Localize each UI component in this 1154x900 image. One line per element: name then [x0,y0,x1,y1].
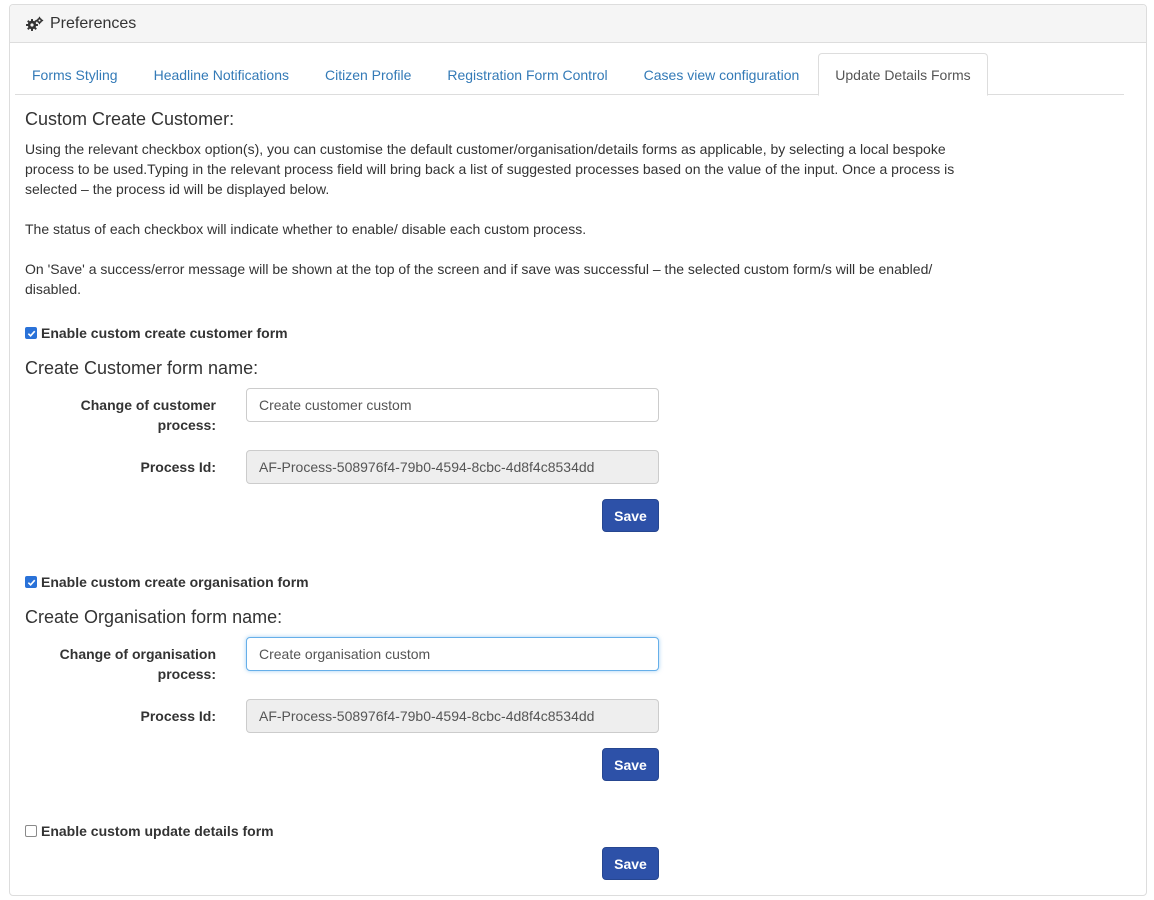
description-paragraph-2: The status of each checkbox will indicat… [25,221,587,237]
organisation-checkbox-label: Enable custom create organisation form [41,574,309,590]
organisation-form-heading: Create Organisation form name: [25,607,283,627]
customer-process-input[interactable]: Create customer custom [246,388,659,422]
organisation-save-button[interactable]: Save [602,748,659,781]
organisation-checkbox[interactable] [25,576,37,588]
customer-process-id-field: AF-Process-508976f4-79b0-4594-8cbc-4d8f4… [246,450,659,484]
gears-icon [26,16,44,32]
customer-checkbox-label: Enable custom create customer form [41,325,288,341]
organisation-process-input[interactable]: Create organisation custom [246,637,659,671]
organisation-process-id-field: AF-Process-508976f4-79b0-4594-8cbc-4d8f4… [246,699,659,733]
tab-registration-form-control[interactable]: Registration Form Control [430,53,624,95]
update-details-save-button[interactable]: Save [602,847,659,880]
panel-title: Preferences [50,14,137,32]
customer-save-button[interactable]: Save [602,499,659,532]
customer-process-id-label: Process Id: [140,459,216,475]
update-details-checkbox[interactable] [25,825,37,837]
update-details-checkbox-label: Enable custom update details form [41,823,274,839]
preferences-tabs: Forms Styling Headline Notifications Cit… [15,53,1124,96]
tab-forms-styling[interactable]: Forms Styling [15,53,135,95]
checkmark-icon [27,330,35,337]
tab-headline-notifications[interactable]: Headline Notifications [137,53,306,95]
organisation-process-id-label: Process Id: [140,708,216,724]
description-paragraph-3: On 'Save' a success/error message will b… [25,261,933,297]
customer-form-heading: Create Customer form name: [25,358,259,378]
organisation-process-label: Change of organisation process: [59,646,216,682]
customer-process-label: Change of customer process: [80,397,216,433]
customer-checkbox[interactable] [25,327,37,339]
checkmark-icon [27,579,35,586]
customer-checkbox-row[interactable]: Enable custom create customer form [25,325,288,341]
update-details-checkbox-row[interactable]: Enable custom update details form [25,823,274,839]
organisation-checkbox-row[interactable]: Enable custom create organisation form [25,574,309,590]
description-paragraph-1: Using the relevant checkbox option(s), y… [25,141,955,197]
panel-heading: Preferences [10,5,1146,43]
section-heading: Custom Create Customer: [25,109,235,129]
tab-cases-view-configuration[interactable]: Cases view configuration [627,53,817,95]
tab-citizen-profile[interactable]: Citizen Profile [308,53,428,95]
tab-update-details-forms[interactable]: Update Details Forms [818,53,988,96]
